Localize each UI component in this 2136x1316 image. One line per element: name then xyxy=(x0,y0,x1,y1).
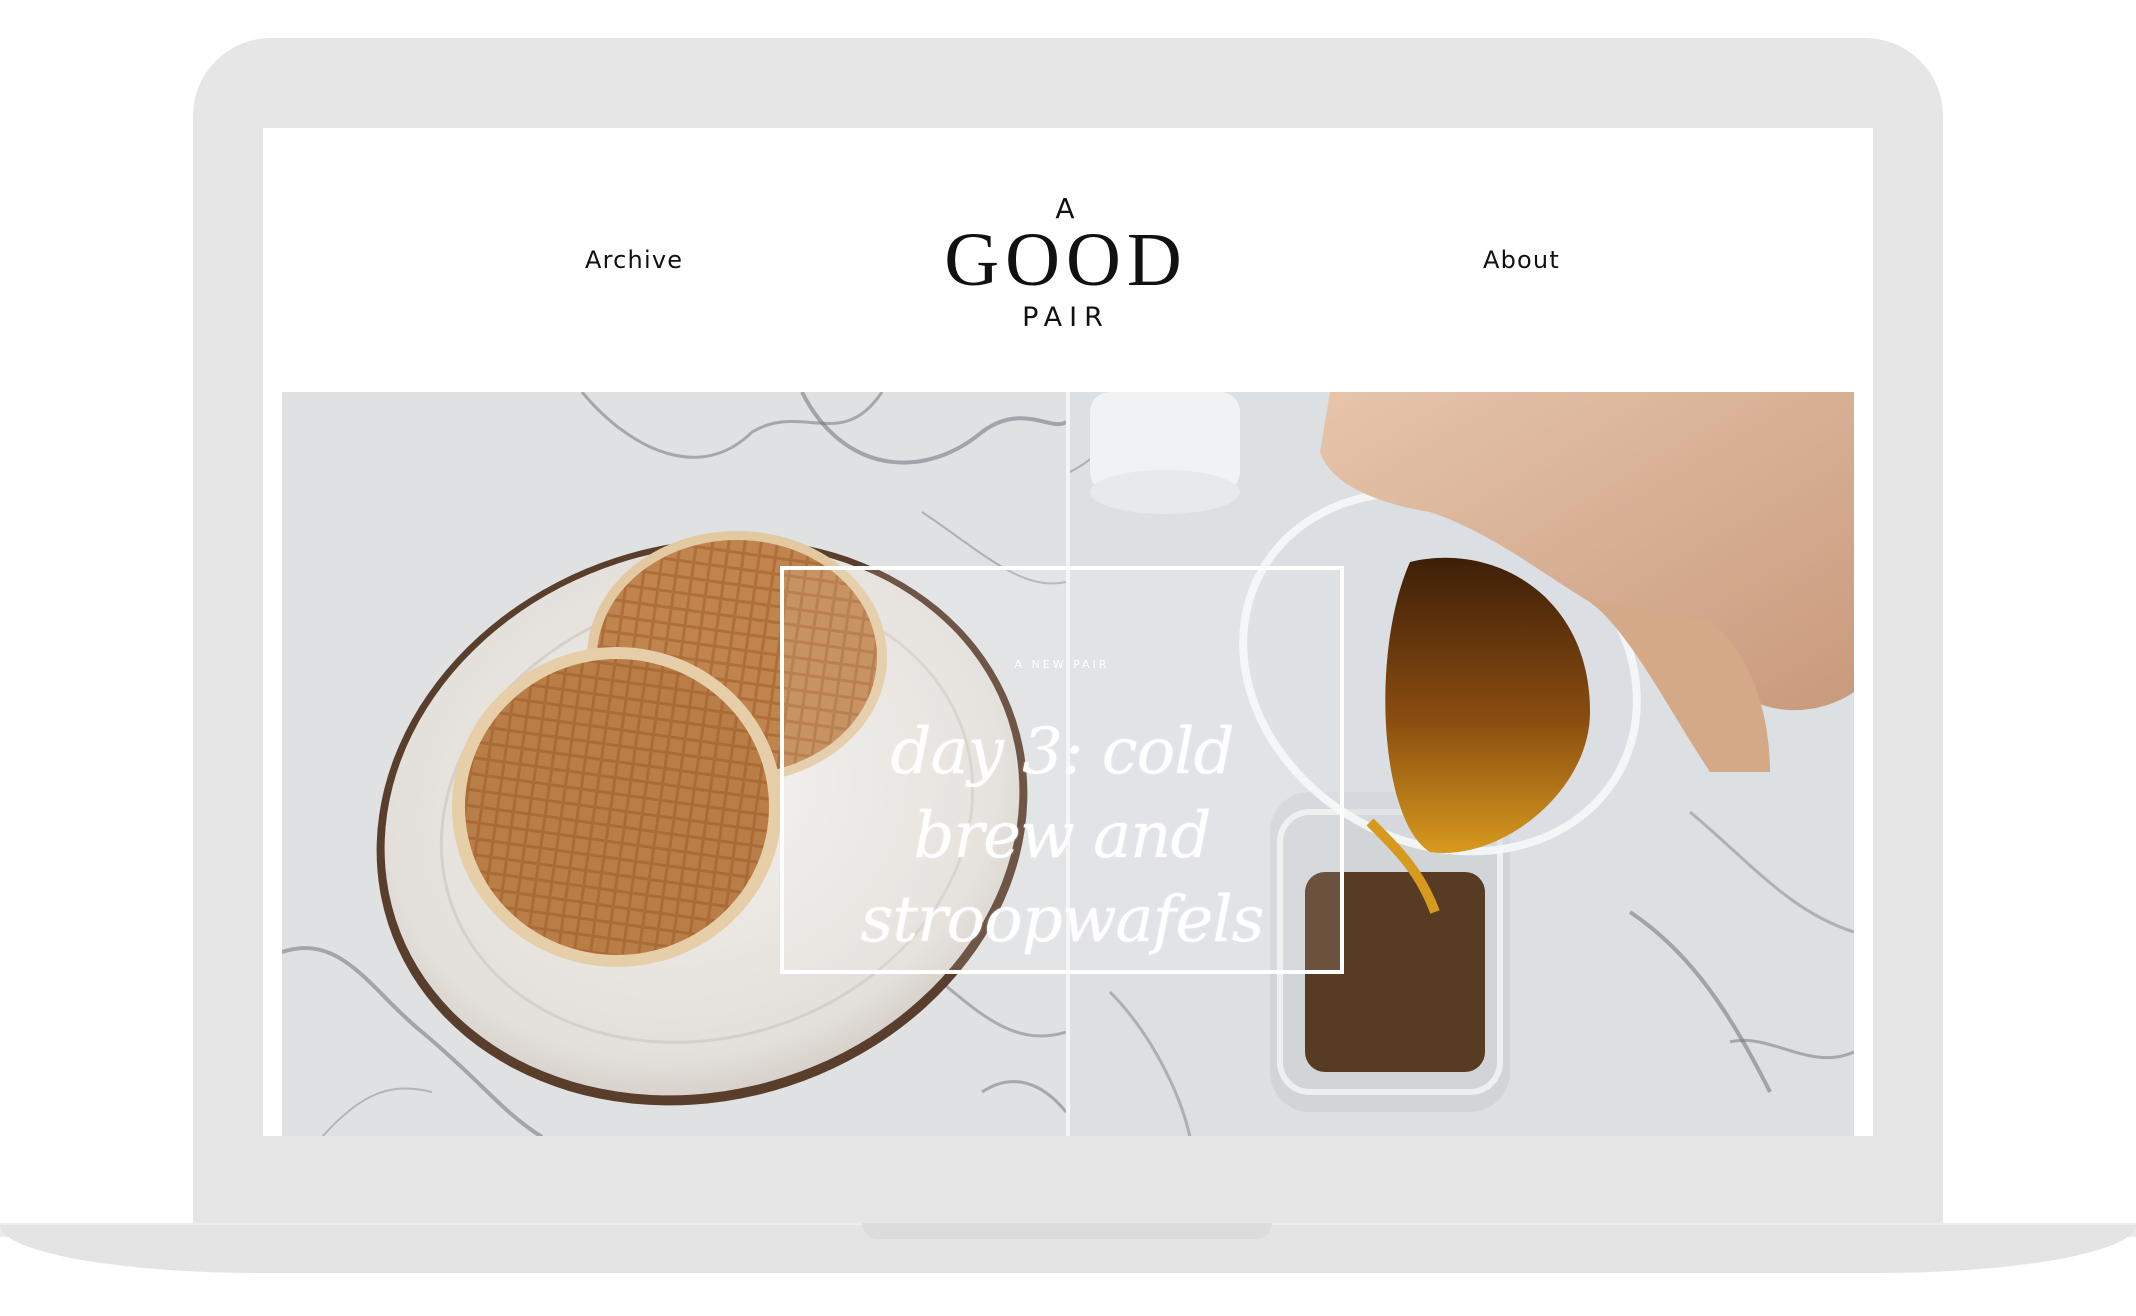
logo-bottom-word: PAIR xyxy=(1022,302,1110,333)
device-mockup: Archive A GOOD PAIR About A NEW PAIR day… xyxy=(0,0,2136,1316)
site-logo[interactable]: A GOOD PAIR xyxy=(931,192,1201,372)
laptop-notch xyxy=(862,1223,1272,1239)
post-title-card[interactable]: A NEW PAIR day 3: cold brew and stroopwa… xyxy=(780,566,1344,974)
logo-main-word: GOOD xyxy=(944,218,1188,302)
post-title: day 3: cold brew and stroopwafels xyxy=(860,715,1265,957)
nav-about-link[interactable]: About xyxy=(1483,246,1560,274)
post-kicker: A NEW PAIR xyxy=(1014,658,1110,671)
site-header: Archive A GOOD PAIR About xyxy=(263,128,1873,393)
browser-screen: Archive A GOOD PAIR About A NEW PAIR day… xyxy=(263,128,1873,1136)
nav-archive-link[interactable]: Archive xyxy=(585,246,683,274)
featured-post-hero[interactable]: A NEW PAIR day 3: cold brew and stroopwa… xyxy=(282,392,1854,1136)
